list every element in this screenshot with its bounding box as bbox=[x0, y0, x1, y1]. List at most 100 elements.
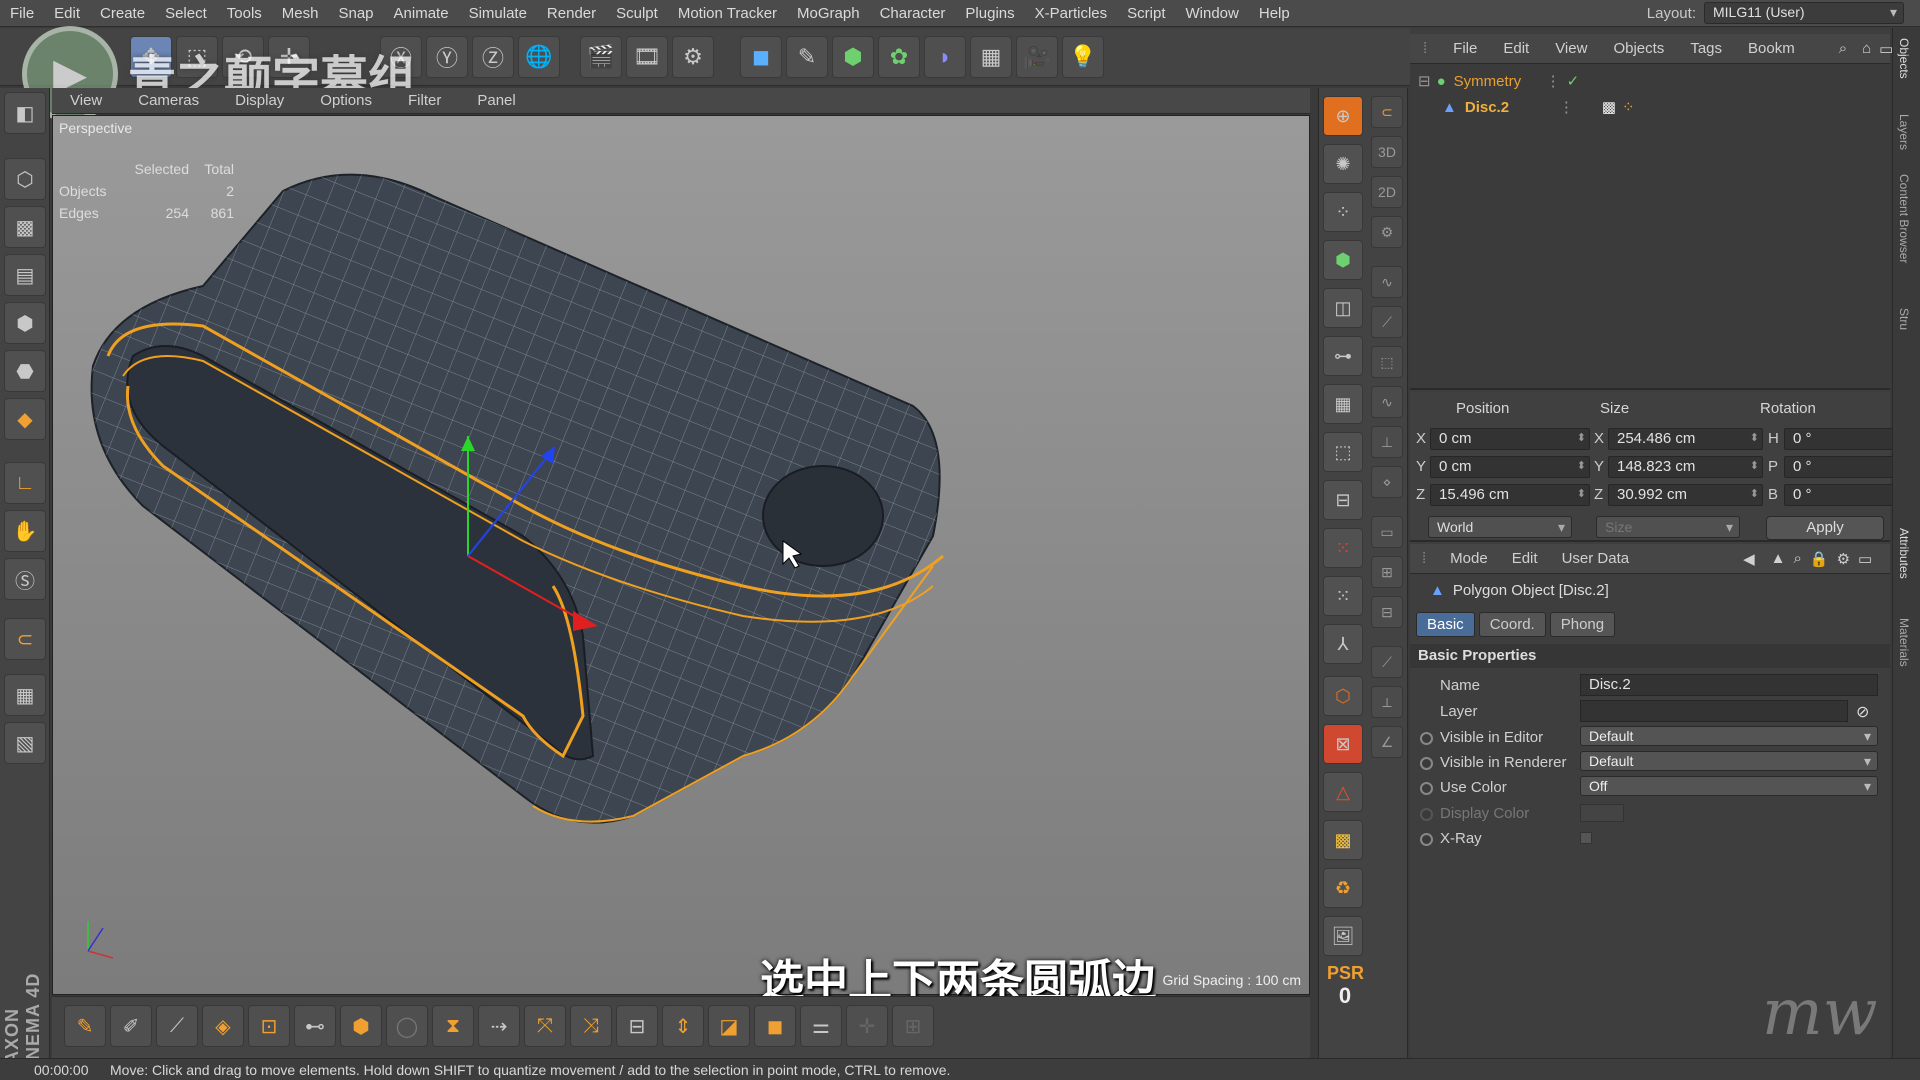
om-menu-objects[interactable]: Objects bbox=[1600, 40, 1677, 57]
center-axis-icon[interactable]: ⬚ bbox=[1323, 432, 1363, 472]
side-tab-content-browser[interactable]: Content Browser bbox=[1897, 174, 1911, 263]
snap-workplane-icon[interactable]: ▭ bbox=[1371, 516, 1403, 548]
menu-x-particles[interactable]: X-Particles bbox=[1025, 5, 1118, 22]
viewport-menu-view[interactable]: View bbox=[52, 92, 120, 109]
snap-vertex-icon[interactable]: ∿ bbox=[1371, 266, 1403, 298]
slide-icon[interactable]: ⇢ bbox=[478, 1005, 520, 1047]
coordinate-space-select[interactable]: World bbox=[1428, 516, 1572, 538]
position-z-field[interactable]: 15.496 cm bbox=[1430, 484, 1590, 506]
menu-mesh[interactable]: Mesh bbox=[272, 5, 329, 22]
snap-settings-icon[interactable]: ⚙ bbox=[1371, 216, 1403, 248]
snap-grid-point-icon[interactable]: ⊞ bbox=[1371, 556, 1403, 588]
display-color-swatch[interactable] bbox=[1580, 804, 1624, 822]
knife-tool-icon[interactable]: ✎ bbox=[64, 1005, 106, 1047]
use-color-select[interactable]: Off bbox=[1580, 776, 1878, 796]
align-icon[interactable]: ⊟ bbox=[1323, 480, 1363, 520]
side-tab-layers[interactable]: Layers bbox=[1897, 114, 1911, 150]
smooth-shift-icon[interactable]: ⚌ bbox=[800, 1005, 842, 1047]
grid-array-icon[interactable]: ▦ bbox=[1323, 384, 1363, 424]
menu-animate[interactable]: Animate bbox=[384, 5, 459, 22]
workplane-mode-icon[interactable]: ▤ bbox=[4, 254, 46, 296]
menu-motion-tracker[interactable]: Motion Tracker bbox=[668, 5, 787, 22]
cloner-icon[interactable]: ✿ bbox=[878, 36, 920, 78]
axis-mode-icon[interactable]: ∟ bbox=[4, 462, 46, 504]
points-grid-icon[interactable]: ⁙ bbox=[1323, 528, 1363, 568]
menu-snap[interactable]: Snap bbox=[328, 5, 383, 22]
enabled-check-icon[interactable]: ✓ bbox=[1567, 72, 1580, 90]
visible-in-renderer-select[interactable]: Default bbox=[1580, 751, 1878, 771]
normal-scale-icon[interactable]: ⊞ bbox=[892, 1005, 934, 1047]
iron-icon[interactable]: ⊟ bbox=[616, 1005, 658, 1047]
visibility-dots-icon[interactable]: ⋮ bbox=[1546, 72, 1561, 90]
sds-icon[interactable]: ✺ bbox=[1323, 144, 1363, 184]
menu-file[interactable]: File bbox=[0, 5, 44, 22]
animate-radio-icon[interactable] bbox=[1420, 833, 1433, 846]
mesh-model[interactable] bbox=[53, 116, 1310, 995]
deform-tag-icon[interactable]: ⊠ bbox=[1323, 724, 1363, 764]
null-object-icon[interactable]: ⊕ bbox=[1323, 96, 1363, 136]
snap-dynamic-guide-icon[interactable]: ∠ bbox=[1371, 726, 1403, 758]
snap-midpoint-icon[interactable]: ⋄ bbox=[1371, 466, 1403, 498]
snap-guide-icon[interactable]: ⟋ bbox=[1371, 646, 1403, 678]
xray-checkbox[interactable] bbox=[1580, 832, 1592, 844]
animate-radio-icon[interactable] bbox=[1420, 732, 1433, 745]
edges-mode-icon[interactable]: ⬣ bbox=[4, 350, 46, 392]
layer-field[interactable] bbox=[1580, 700, 1848, 722]
am-menu-edit[interactable]: Edit bbox=[1500, 550, 1550, 567]
picture-viewer-icon[interactable]: 🖼 bbox=[1323, 916, 1363, 956]
snap-icon[interactable]: ⊂ bbox=[4, 618, 46, 660]
checker-icon[interactable]: ▩ bbox=[1323, 820, 1363, 860]
brush-tool-icon[interactable]: ✐ bbox=[110, 1005, 152, 1047]
magnet-icon[interactable]: ⇕ bbox=[662, 1005, 704, 1047]
viewport-menu-panel[interactable]: Panel bbox=[459, 92, 533, 109]
extrude-inner-icon[interactable]: ⊡ bbox=[248, 1005, 290, 1047]
magnet-snap-icon[interactable]: ⊂ bbox=[1371, 96, 1403, 128]
viewport-menu-cameras[interactable]: Cameras bbox=[120, 92, 217, 109]
tree-item-symmetry[interactable]: ⊟ ● Symmetry ⋮ ✓ bbox=[1410, 68, 1890, 94]
bridge-icon[interactable]: ⬢ bbox=[340, 1005, 382, 1047]
hexagon-tag-icon[interactable]: ⬡ bbox=[1323, 676, 1363, 716]
mirror-icon[interactable]: ◪ bbox=[708, 1005, 750, 1047]
viewport-menu-display[interactable]: Display bbox=[217, 92, 302, 109]
viewport-menu-filter[interactable]: Filter bbox=[390, 92, 459, 109]
om-menu-edit[interactable]: Edit bbox=[1490, 40, 1542, 57]
menu-character[interactable]: Character bbox=[870, 5, 956, 22]
menu-mograph[interactable]: MoGraph bbox=[787, 5, 870, 22]
snap-edge-icon[interactable]: ⟋ bbox=[1371, 306, 1403, 338]
snap-polygon-icon[interactable]: ⬚ bbox=[1371, 346, 1403, 378]
menu-create[interactable]: Create bbox=[90, 5, 155, 22]
normal-move-icon[interactable]: ✛ bbox=[846, 1005, 888, 1047]
menu-select[interactable]: Select bbox=[155, 5, 217, 22]
animate-radio-icon[interactable] bbox=[1420, 782, 1433, 795]
stitch-icon[interactable]: ⤨ bbox=[570, 1005, 612, 1047]
om-menu-bookmarks[interactable]: Bookm bbox=[1735, 40, 1808, 57]
name-field[interactable]: Disc.2 bbox=[1580, 674, 1878, 696]
new-panel-icon[interactable]: ▭ bbox=[1854, 550, 1876, 568]
search-icon[interactable]: ⌕ bbox=[1790, 550, 1806, 567]
render-view-icon[interactable]: 🎬 bbox=[580, 36, 622, 78]
texture-mode-icon[interactable]: ▩ bbox=[4, 206, 46, 248]
connect-icon[interactable]: ⊶ bbox=[1323, 336, 1363, 376]
points-array-icon[interactable]: ⁙ bbox=[1323, 576, 1363, 616]
snap-spline-icon[interactable]: ∿ bbox=[1371, 386, 1403, 418]
boole-icon[interactable]: ◫ bbox=[1323, 288, 1363, 328]
home-icon[interactable]: ⌂ bbox=[1860, 40, 1873, 57]
snap-grid-line-icon[interactable]: ⊟ bbox=[1371, 596, 1403, 628]
y-axis-icon[interactable]: Ⓨ bbox=[426, 36, 468, 78]
menu-sculpt[interactable]: Sculpt bbox=[606, 5, 668, 22]
om-menu-tags[interactable]: Tags bbox=[1677, 40, 1735, 57]
grid-snap-icon[interactable]: ▧ bbox=[4, 722, 46, 764]
extrude-icon[interactable]: ◈ bbox=[202, 1005, 244, 1047]
tab-phong[interactable]: Phong bbox=[1549, 612, 1616, 637]
recycle-icon[interactable]: ♻ bbox=[1323, 868, 1363, 908]
om-menu-file[interactable]: File bbox=[1440, 40, 1490, 57]
menu-script[interactable]: Script bbox=[1117, 5, 1175, 22]
cube-icon[interactable]: ◼ bbox=[740, 36, 782, 78]
back-arrow-icon[interactable]: ◀ bbox=[1731, 550, 1767, 568]
tab-coord[interactable]: Coord. bbox=[1478, 612, 1546, 637]
viewport-menu-options[interactable]: Options bbox=[302, 92, 390, 109]
side-tab-materials[interactable]: Materials bbox=[1897, 618, 1911, 667]
bevel-icon[interactable]: ⊷ bbox=[294, 1005, 336, 1047]
make-editable-icon[interactable]: ◧ bbox=[4, 92, 46, 134]
menu-tools[interactable]: Tools bbox=[217, 5, 272, 22]
